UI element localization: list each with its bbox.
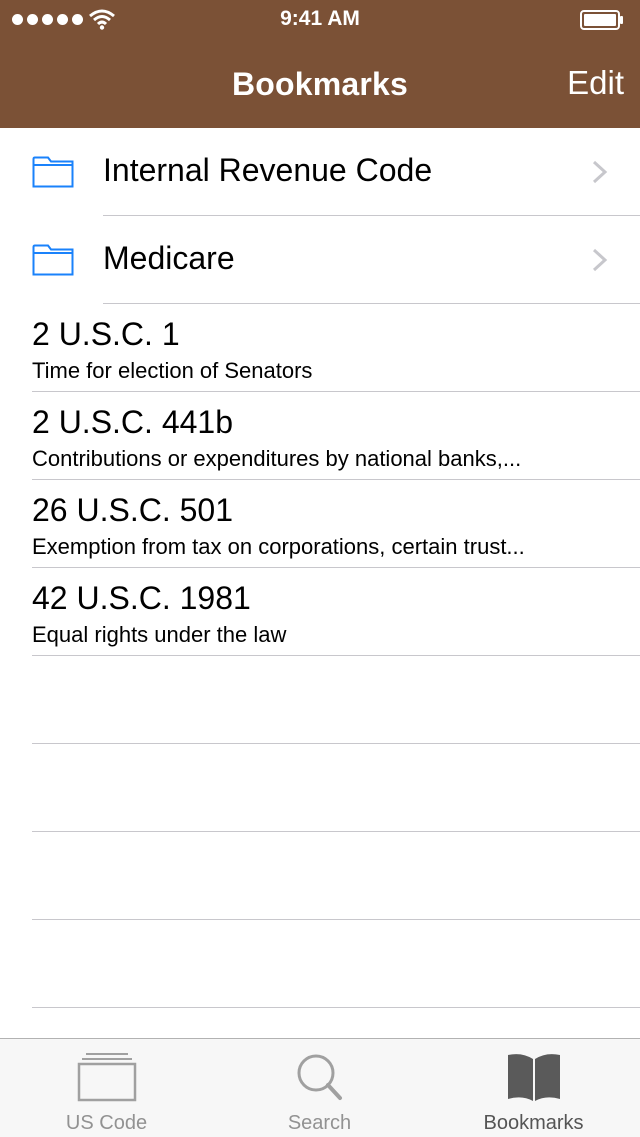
search-icon [297, 1054, 342, 1100]
folder-icon [32, 244, 74, 276]
bookmark-title: 42 U.S.C. 1981 [32, 580, 251, 616]
folder-row-internal-revenue-code[interactable]: Internal Revenue Code [0, 128, 640, 216]
page-title: Bookmarks [231, 66, 409, 102]
bookmark-row[interactable]: 26 U.S.C. 501 Exemption from tax on corp… [0, 480, 640, 568]
empty-row [0, 656, 640, 744]
tab-us-code[interactable]: US Code [0, 1039, 213, 1137]
status-bar: 9:41 AM [0, 0, 640, 40]
tab-label: Search [287, 1112, 352, 1134]
chevron-right-icon [592, 248, 608, 272]
empty-row [0, 832, 640, 920]
bookmark-title: 26 U.S.C. 501 [32, 492, 233, 528]
battery-icon [580, 10, 623, 30]
navigation-bar: Bookmarks Edit [0, 40, 640, 128]
edit-button[interactable]: Edit [567, 64, 624, 102]
chevron-right-icon [592, 160, 608, 184]
folder-label: Internal Revenue Code [103, 152, 433, 188]
bookmark-subtitle: Time for election of Senators [32, 358, 313, 383]
tab-bookmarks[interactable]: Bookmarks [427, 1039, 640, 1137]
folder-label: Medicare [103, 240, 235, 276]
folder-icon [32, 156, 74, 188]
bookmark-row[interactable]: 2 U.S.C. 1 Time for election of Senators [0, 304, 640, 392]
bookmark-row[interactable]: 42 U.S.C. 1981 Equal rights under the la… [0, 568, 640, 656]
empty-row [0, 920, 640, 1008]
us-code-icon [77, 1053, 136, 1102]
bookmark-title: 2 U.S.C. 1 [32, 316, 180, 352]
bookmark-title: 2 U.S.C. 441b [32, 404, 233, 440]
tab-label: US Code [65, 1112, 148, 1134]
status-time: 9:41 AM [280, 7, 360, 30]
bookmark-row[interactable]: 2 U.S.C. 441b Contributions or expenditu… [0, 392, 640, 480]
tab-label: Bookmarks [483, 1112, 584, 1134]
bookmark-subtitle: Exemption from tax on corporations, cert… [32, 534, 525, 559]
bookmarks-list: Internal Revenue Code Medicare 2 U.S.C. … [0, 128, 640, 1008]
tab-search[interactable]: Search [213, 1039, 426, 1137]
bookmarks-icon [507, 1054, 560, 1101]
empty-row [0, 744, 640, 832]
folder-row-medicare[interactable]: Medicare [0, 216, 640, 304]
bookmark-subtitle: Equal rights under the law [32, 622, 287, 647]
bookmark-subtitle: Contributions or expenditures by nationa… [32, 446, 522, 471]
tab-bar: US Code Search Bookmarks [0, 1038, 640, 1137]
